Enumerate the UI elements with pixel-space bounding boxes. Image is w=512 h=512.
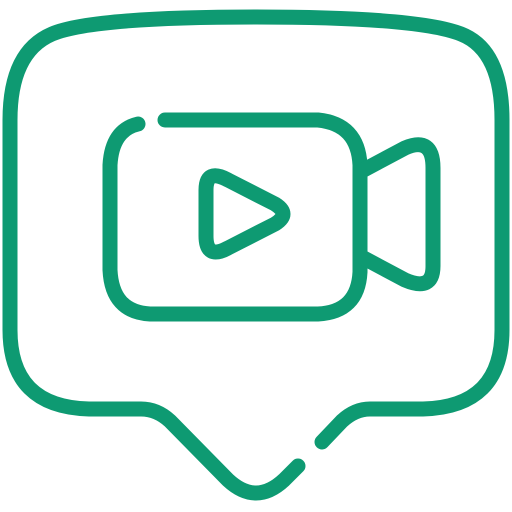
camera-body-outline — [102, 112, 368, 322]
video-chat-icon-canvas — [0, 0, 512, 512]
play-triangle-icon — [198, 168, 291, 260]
video-chat-bubble-icon — [2, 9, 510, 501]
camera-lens-outline — [352, 137, 441, 292]
